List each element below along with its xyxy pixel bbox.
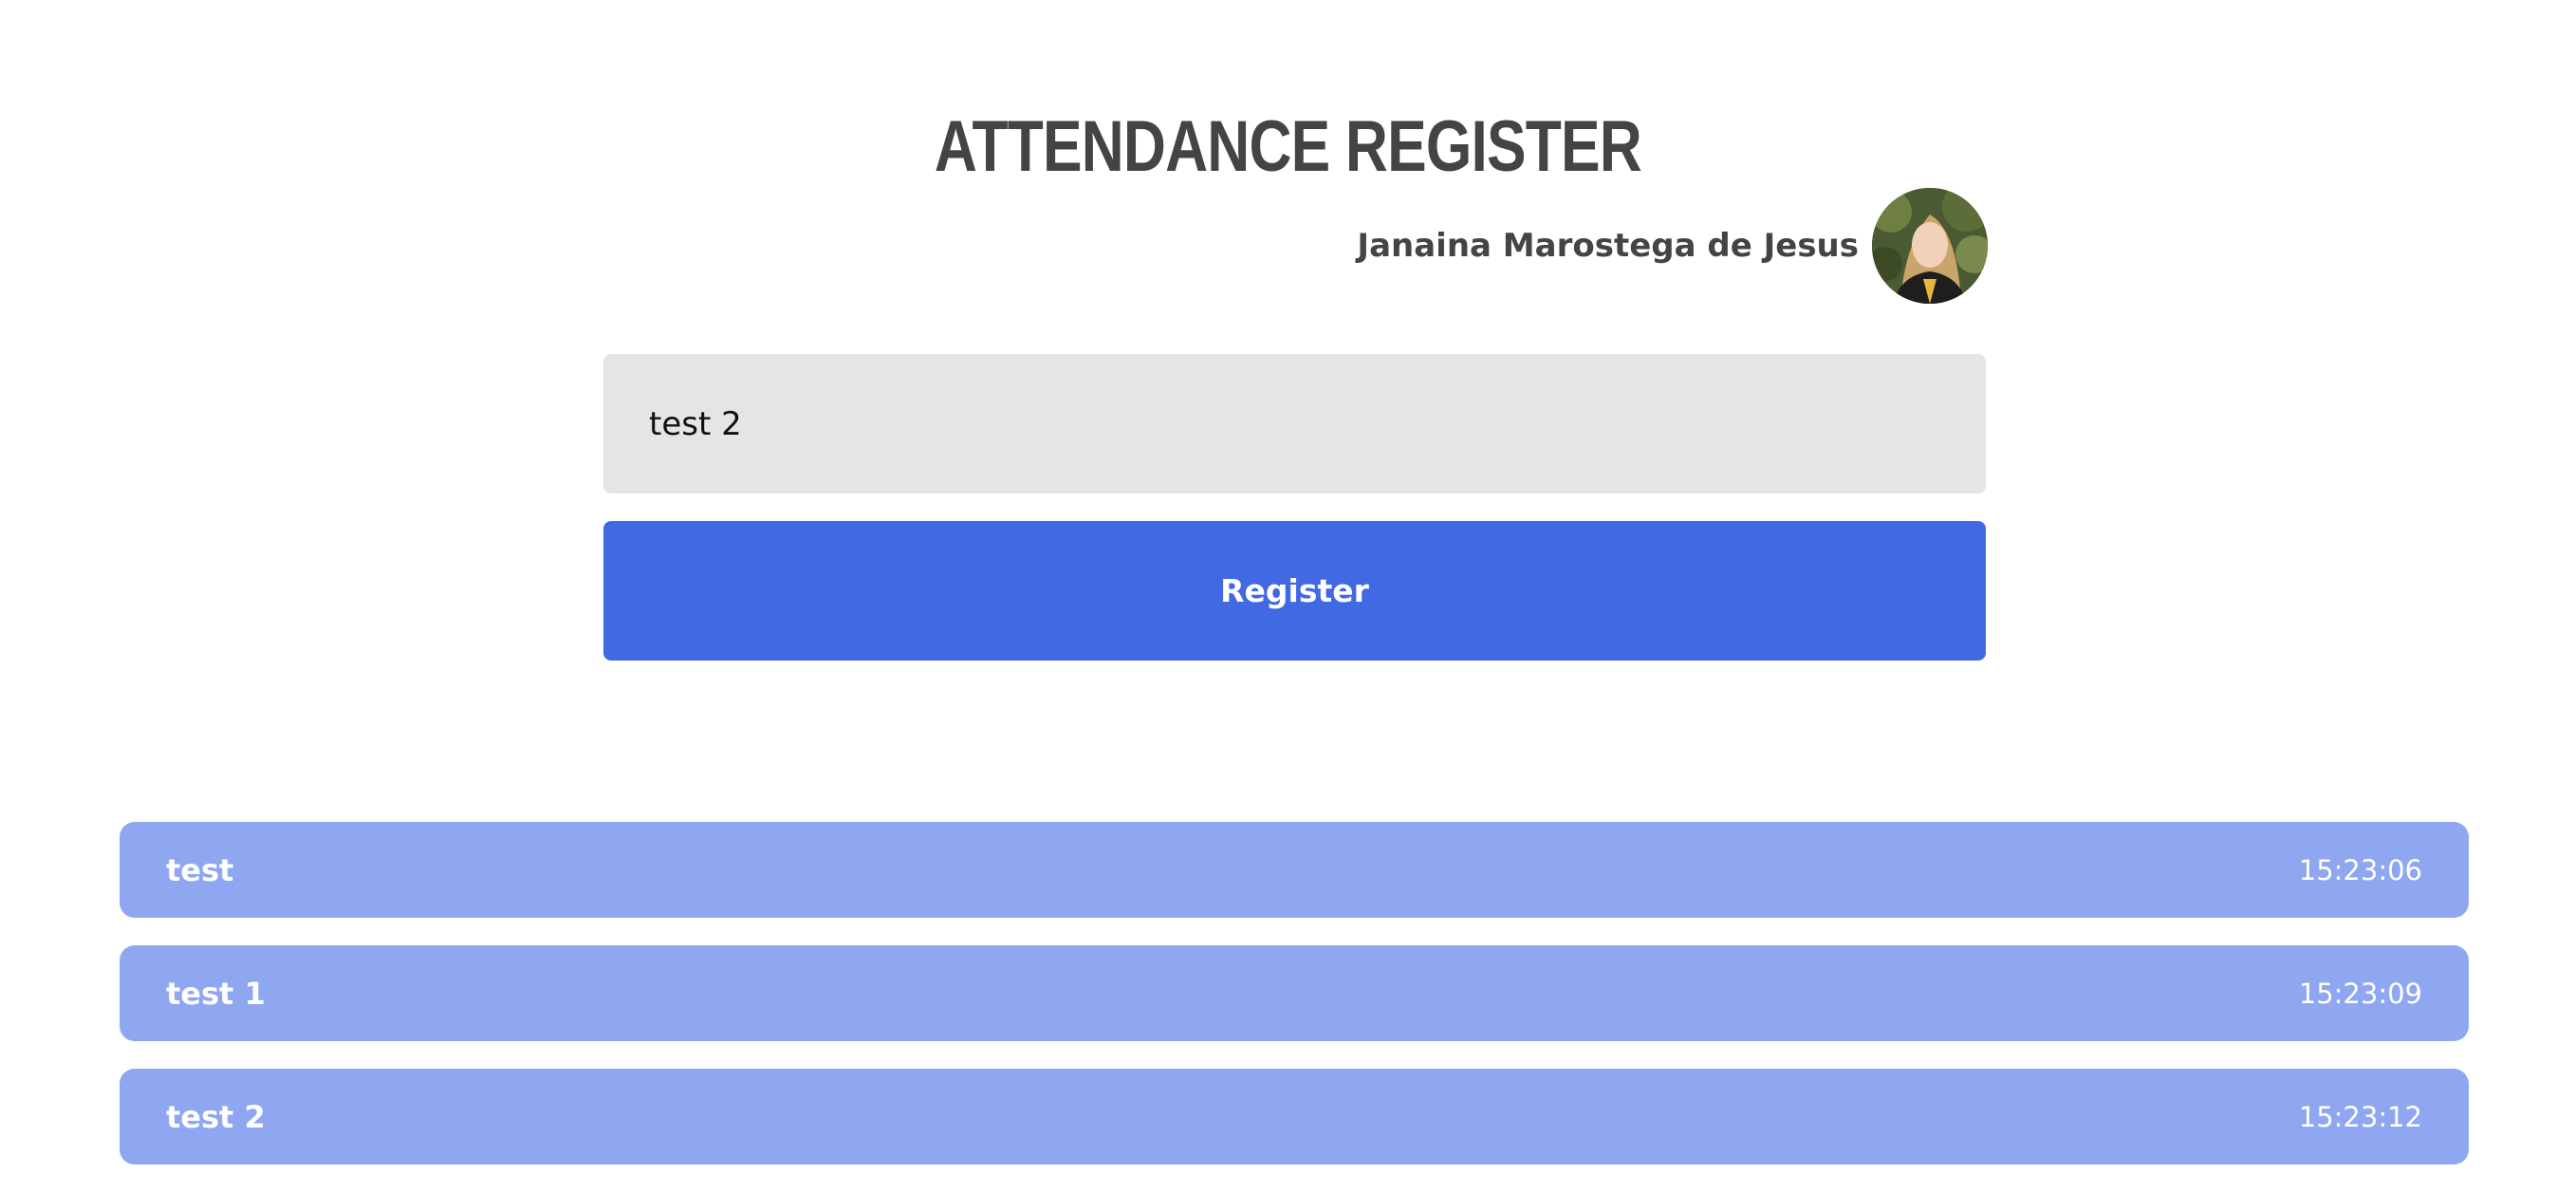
attendance-name: test 2 bbox=[166, 1098, 266, 1135]
attendance-time: 15:23:06 bbox=[2298, 853, 2422, 886]
avatar-photo bbox=[1872, 188, 1988, 304]
name-input[interactable] bbox=[603, 354, 1986, 494]
attendance-name: test 1 bbox=[166, 975, 266, 1012]
avatar bbox=[1872, 188, 1988, 304]
attendance-list: test 15:23:06 test 1 15:23:09 test 2 15:… bbox=[120, 822, 2469, 1192]
attendance-time: 15:23:09 bbox=[2298, 977, 2422, 1010]
attendance-row: test 1 15:23:09 bbox=[120, 945, 2469, 1041]
attendance-time: 15:23:12 bbox=[2298, 1100, 2422, 1133]
attendance-row: test 2 15:23:12 bbox=[120, 1069, 2469, 1165]
attendance-row: test 15:23:06 bbox=[120, 822, 2469, 918]
page-title: ATTENDANCE REGISTER bbox=[934, 106, 1642, 187]
attendance-page: ATTENDANCE REGISTER Janaina Marostega de… bbox=[0, 0, 2576, 1193]
user-profile: Janaina Marostega de Jesus bbox=[1357, 188, 1988, 304]
user-name: Janaina Marostega de Jesus bbox=[1357, 227, 1859, 265]
register-button[interactable]: Register bbox=[603, 521, 1986, 661]
attendance-name: test bbox=[166, 851, 234, 888]
